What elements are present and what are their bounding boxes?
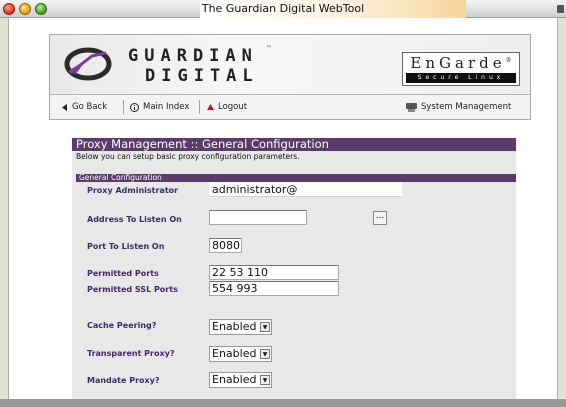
page-canvas: GUARDIAN ™ DIGITAL EnGarde® Secure Linux… [8, 18, 558, 402]
brand-banner: GUARDIAN ™ DIGITAL EnGarde® Secure Linux [50, 35, 530, 95]
triangle-up-icon [207, 104, 214, 110]
logout-link[interactable]: Logout [207, 102, 247, 112]
server-icon [406, 102, 417, 112]
cache-peering-label: Cache Peering? [87, 321, 157, 330]
zoom-button[interactable] [35, 3, 47, 15]
proxy-admin-label: Proxy Administrator [87, 186, 179, 195]
section-header-general: General Configuration [76, 174, 516, 182]
transparent-proxy-value: Enabled [212, 347, 257, 360]
mandate-proxy-label: Mandate Proxy? [87, 376, 160, 385]
permitted-ssl-ports-label: Permitted SSL Ports [87, 285, 178, 294]
mandate-proxy-select[interactable]: Enabled ▼ [209, 372, 272, 388]
address-label: Address To Listen On [87, 215, 182, 224]
close-button[interactable] [3, 3, 15, 15]
engarde-name: EnGarde® [403, 54, 519, 72]
triangle-left-icon [62, 103, 67, 111]
cache-peering-select[interactable]: Enabled ▼ [209, 319, 272, 335]
window-titlebar: The Guardian Digital WebTool [0, 0, 566, 18]
chevron-down-icon: ▼ [260, 322, 270, 332]
logout-label: Logout [218, 102, 248, 112]
address-browse-button[interactable]: ... [373, 211, 387, 225]
engarde-logo: EnGarde® Secure Linux [402, 52, 520, 86]
go-back-link[interactable]: Go Back [62, 102, 107, 112]
transparent-proxy-select[interactable]: Enabled ▼ [209, 346, 272, 362]
window-title: The Guardian Digital WebTool [201, 2, 365, 15]
nav-divider [199, 100, 200, 114]
logo-trademark: ™ [266, 45, 272, 52]
chevron-down-icon: ▼ [260, 375, 270, 385]
minimize-button[interactable] [19, 3, 31, 15]
go-back-label: Go Back [72, 102, 108, 112]
chevron-down-icon: ▼ [260, 349, 270, 359]
engarde-trademark: ® [505, 57, 512, 64]
left-margin [0, 18, 8, 399]
info-circle-icon [130, 102, 139, 112]
navigation-bar: Go Back Main Index Logout System Managem… [50, 96, 530, 119]
permitted-ports-label: Permitted Ports [87, 269, 159, 278]
lock-icon [557, 5, 564, 13]
content-panel: Proxy Management :: General Configuratio… [72, 138, 516, 402]
proxy-admin-input[interactable]: administrator@ [209, 182, 402, 197]
port-input[interactable]: 8080 [209, 238, 242, 253]
main-index-label: Main Index [143, 102, 190, 112]
transparent-proxy-label: Transparent Proxy? [87, 349, 175, 358]
logo-word-guardian: GUARDIAN [128, 46, 258, 66]
right-margin [558, 18, 566, 399]
horizontal-scrollbar[interactable] [0, 399, 566, 407]
system-management-link[interactable]: System Management [406, 102, 511, 112]
nav-divider [123, 100, 124, 114]
engarde-name-text: EnGarde [410, 54, 506, 72]
cache-peering-value: Enabled [212, 320, 257, 333]
main-index-link[interactable]: Main Index [130, 102, 189, 112]
engarde-subtitle: Secure Linux [406, 73, 516, 83]
logo-word-digital: DIGITAL [145, 66, 259, 86]
port-label: Port To Listen On [87, 242, 165, 251]
mandate-proxy-value: Enabled [212, 373, 257, 386]
page-description: Below you can setup basic proxy configur… [76, 152, 300, 161]
address-input[interactable] [209, 210, 307, 225]
guardian-logo-icon [64, 47, 112, 81]
page-title: Proxy Management :: General Configuratio… [72, 138, 516, 151]
permitted-ssl-ports-input[interactable]: 554 993 [209, 281, 339, 296]
header-box: GUARDIAN ™ DIGITAL EnGarde® Secure Linux… [49, 34, 531, 120]
system-management-label: System Management [421, 102, 512, 112]
permitted-ports-input[interactable]: 22 53 110 [209, 265, 339, 280]
